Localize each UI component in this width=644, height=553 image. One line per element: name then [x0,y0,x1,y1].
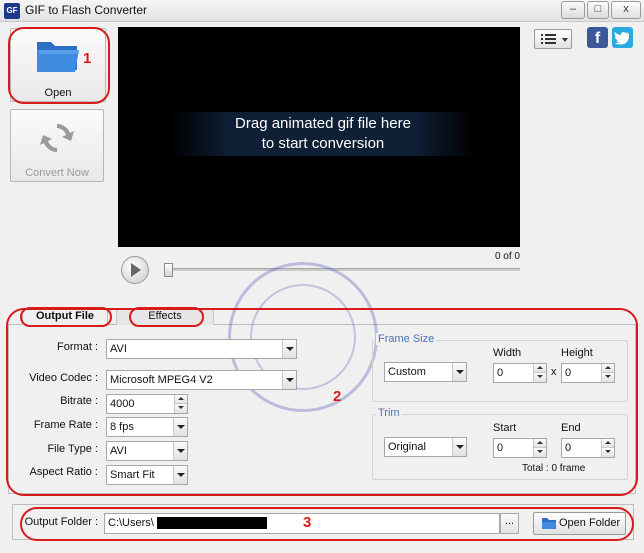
facebook-icon[interactable]: f [587,27,608,48]
twitter-icon[interactable] [612,27,633,48]
frame-counter: 0 of 0 [494,251,520,262]
list-icon [541,34,568,44]
refresh-icon [40,124,74,152]
annotation-number-3: 3 [303,514,312,531]
close-button[interactable]: x [611,1,641,19]
minimize-button[interactable]: – [561,1,585,19]
maximize-button[interactable]: □ [587,1,609,19]
annotation-number-1: 1 [83,50,92,67]
window-title: GIF to Flash Converter [25,3,148,17]
seek-track[interactable] [166,268,520,271]
drop-hint-line-1: Drag animated gif file here [235,115,411,132]
play-icon [131,263,141,277]
annotation-oval-2 [6,308,638,496]
drop-hint-line-2: to start conversion [261,135,385,152]
menu-button[interactable] [534,29,572,49]
convert-now-label: Convert Now [25,167,89,179]
annotation-number-2: 2 [333,388,342,405]
seek-thumb[interactable] [164,263,173,277]
annotation-oval-1 [8,27,110,104]
annotation-oval-3 [20,507,634,541]
app-icon: GF [4,3,20,19]
